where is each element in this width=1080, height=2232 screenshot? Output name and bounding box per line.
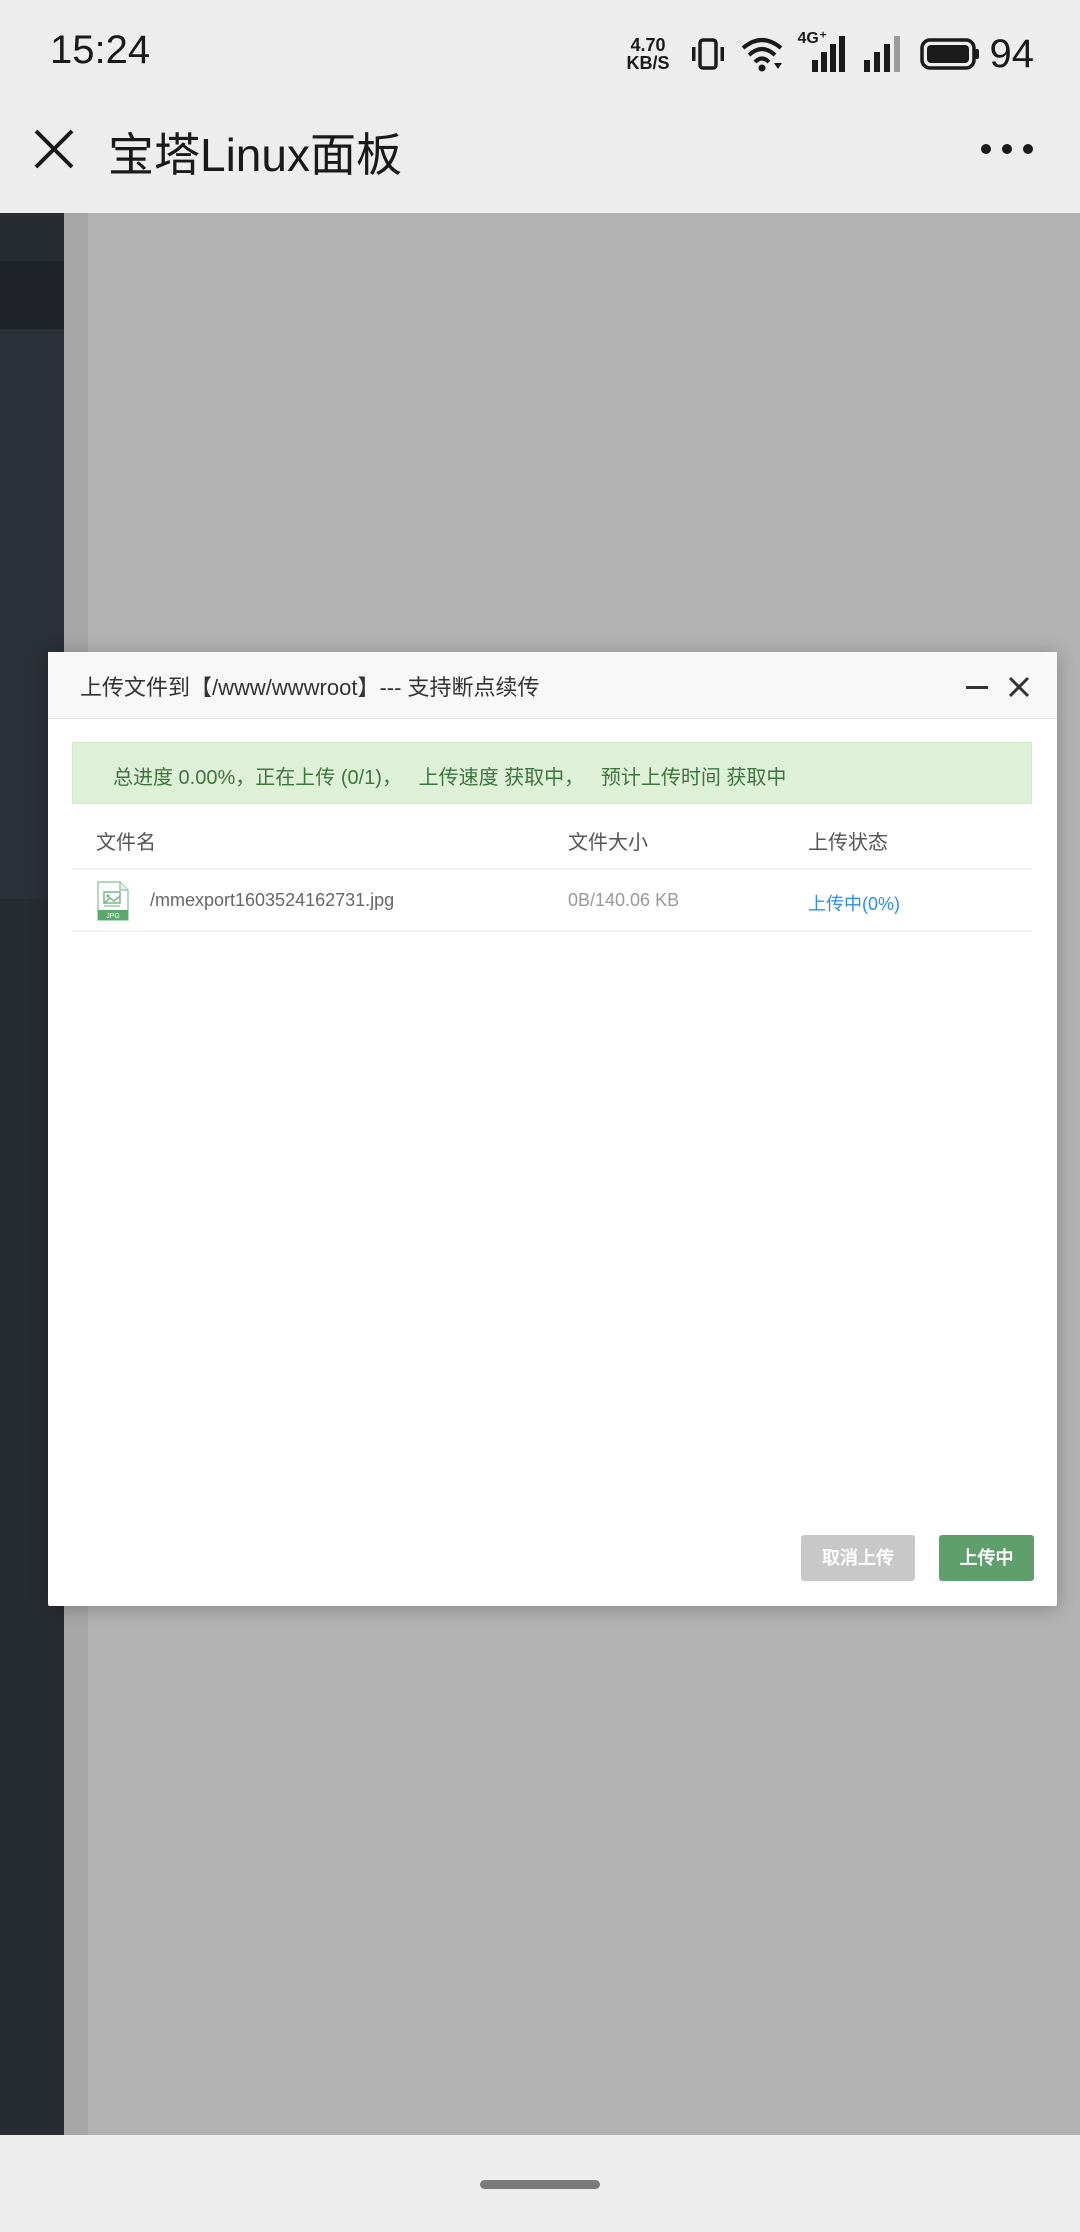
signal-4g: 4G⁺ <box>798 30 848 74</box>
net-speed: 4.70 KB/S <box>626 36 669 72</box>
vibrate-icon <box>691 38 724 70</box>
progress-banner: 总进度 0.00%，正在上传 (0/1)， 上传速度 获取中， 预计上传时间 获… <box>72 742 1032 804</box>
file-name: /mmexport1603524162731.jpg <box>150 890 395 910</box>
more-icon[interactable] <box>980 137 1034 161</box>
status-icons: 4.70 KB/S 4G⁺ 94 <box>626 26 1034 82</box>
cancel-upload-button[interactable]: 取消上传 <box>801 1535 915 1581</box>
close-icon[interactable] <box>30 125 78 173</box>
upload-dialog: 上传文件到【/www/wwwroot】--- 支持断点续传 总进度 0.00%，… <box>48 652 1057 1606</box>
dialog-close-icon[interactable] <box>1006 674 1032 700</box>
uploading-button[interactable]: 上传中 <box>939 1535 1034 1581</box>
battery-level: 94 <box>989 31 1035 76</box>
wifi-icon <box>741 38 782 72</box>
minimize-icon[interactable] <box>966 686 988 689</box>
net-speed-value: 4.70 <box>630 35 666 55</box>
status-bar: 15:24 4.70 KB/S 4G⁺ 94 <box>0 0 1080 105</box>
cell-signal-icon <box>811 36 845 72</box>
progress-text: 总进度 0.00%，正在上传 (0/1)， 上传速度 获取中， 预计上传时间 获… <box>113 767 787 789</box>
column-status: 上传状态 <box>808 832 888 854</box>
cell-signal-2-icon <box>863 36 900 72</box>
title-bar: 宝塔Linux面板 <box>0 105 1080 213</box>
dialog-title: 上传文件到【/www/wwwroot】--- 支持断点续传 <box>80 675 540 700</box>
table-row: JPG /mmexport1603524162731.jpg 0B/140.06… <box>72 869 1032 932</box>
navigation-bar <box>0 2135 1080 2232</box>
battery-icon <box>919 38 979 70</box>
dialog-header: 上传文件到【/www/wwwroot】--- 支持断点续传 <box>48 652 1057 719</box>
upload-status: 上传中(0%) <box>808 894 901 914</box>
file-type-label: JPG <box>106 913 120 920</box>
home-indicator[interactable] <box>480 2180 600 2189</box>
status-time: 15:24 <box>50 28 151 72</box>
sidebar-active-item <box>0 261 64 329</box>
column-filesize: 文件大小 <box>568 832 648 854</box>
file-table: 文件名 文件大小 上传状态 JPG /mmexport1603524162731… <box>72 804 1032 932</box>
jpg-file-icon: JPG <box>97 881 129 921</box>
table-header: 文件名 文件大小 上传状态 <box>72 804 1032 869</box>
net-speed-unit: KB/S <box>626 53 670 73</box>
file-size: 0B/140.06 KB <box>568 890 680 910</box>
column-filename: 文件名 <box>96 832 156 854</box>
page-title: 宝塔Linux面板 <box>108 129 402 181</box>
